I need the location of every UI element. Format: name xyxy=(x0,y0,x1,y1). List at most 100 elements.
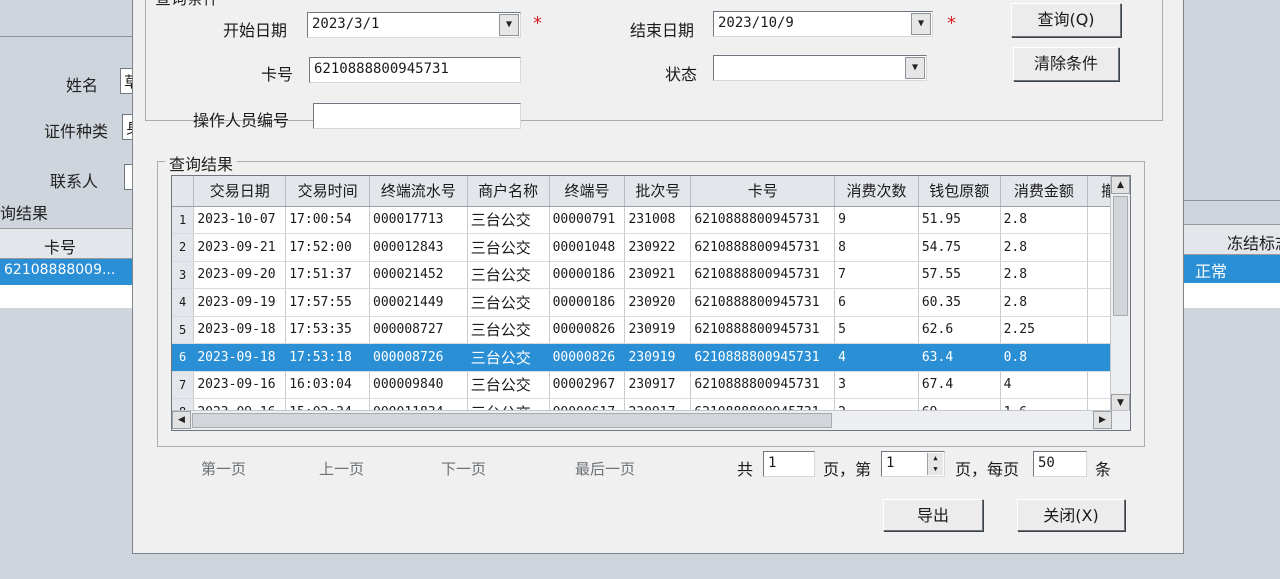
page-mid-label: 页，第 xyxy=(823,460,872,479)
cell-amount: 2.8 xyxy=(1000,288,1089,317)
cell-card: 6210888800945731 xyxy=(690,316,836,344)
cell-orig: 62.6 xyxy=(918,316,1001,344)
vertical-scroll-thumb[interactable] xyxy=(1113,196,1128,316)
cell-terminal: 00000791 xyxy=(549,206,626,234)
first-page-link[interactable]: 第一页 xyxy=(201,458,246,479)
cell-count: 3 xyxy=(834,371,919,399)
cell-merchant: 三台公交 xyxy=(467,316,550,344)
column-header[interactable]: 交易时间 xyxy=(285,176,371,207)
cell-count: 4 xyxy=(834,343,919,372)
column-header[interactable]: 消费次数 xyxy=(834,176,919,207)
column-header[interactable]: 消费金额 xyxy=(1000,176,1089,207)
query-results-title: 查询结果 xyxy=(165,151,238,175)
bg-contact-label: 联系人 xyxy=(50,172,99,191)
cell-batch: 230921 xyxy=(624,261,692,289)
cell-batch: 230917 xyxy=(624,371,692,399)
cell-terminal: 00000186 xyxy=(549,261,626,289)
column-header[interactable]: 卡号 xyxy=(690,176,836,207)
table-row[interactable]: 7 2023-09-16 16:03:04 000009840 三台公交 00002967… xyxy=(172,371,1130,399)
cell-merchant: 三台公交 xyxy=(467,371,550,399)
transaction-query-dialog: 查询条件 开始日期 2023/3/1 ▼ * 结束日期 2023/10/9 ▼ … xyxy=(132,0,1184,554)
cell-date: 2023-10-07 xyxy=(193,206,287,234)
table-row[interactable]: 5 2023-09-18 17:53:35 000008727 三台公交 00000826… xyxy=(172,316,1130,344)
bg-left-grid-header: 卡号 xyxy=(0,229,140,259)
cell-terminal: 00002967 xyxy=(549,371,626,399)
cell-time: 17:53:35 xyxy=(285,316,371,344)
start-date-combo[interactable]: 2023/3/1 ▼ xyxy=(307,12,521,38)
cell-orig: 54.75 xyxy=(918,233,1001,262)
chevron-down-icon[interactable]: ▼ xyxy=(911,13,931,35)
operator-no-input[interactable] xyxy=(313,103,521,129)
card-no-label: 卡号 xyxy=(261,65,294,84)
column-header[interactable]: 终端号 xyxy=(549,176,626,207)
cell-time: 17:52:00 xyxy=(285,233,371,262)
query-button[interactable]: 查询(Q) xyxy=(1011,3,1121,37)
cell-merchant: 三台公交 xyxy=(467,261,550,289)
table-row[interactable]: 3 2023-09-20 17:51:37 000021452 三台公交 00000186… xyxy=(172,261,1130,289)
row-number: 4 xyxy=(172,288,195,317)
vertical-scrollbar[interactable]: ▲ ▼ xyxy=(1110,176,1130,412)
table-row[interactable]: 4 2023-09-19 17:57:55 000021449 三台公交 00000186… xyxy=(172,288,1130,317)
export-button[interactable]: 导出 xyxy=(883,499,983,531)
cell-serial: 000017713 xyxy=(369,206,468,234)
bg-left-grid-row[interactable]: 62108888009... xyxy=(0,259,140,285)
end-date-combo[interactable]: 2023/10/9 ▼ xyxy=(713,11,933,37)
column-header[interactable]: 钱包原额 xyxy=(918,176,1001,207)
table-row[interactable]: 6 2023-09-18 17:53:18 000008726 三台公交 00000826… xyxy=(172,343,1130,372)
end-date-label: 结束日期 xyxy=(630,21,695,40)
chevron-down-icon[interactable]: ▼ xyxy=(499,14,519,36)
spin-arrows-icon[interactable]: ▲ ▼ xyxy=(927,453,943,475)
total-prefix-label: 共 xyxy=(737,460,754,479)
prev-page-link[interactable]: 上一页 xyxy=(319,458,364,479)
cell-date: 2023-09-18 xyxy=(193,316,287,344)
horizontal-scroll-thumb[interactable] xyxy=(192,413,832,428)
cell-card: 6210888800945731 xyxy=(690,288,836,317)
cell-orig: 63.4 xyxy=(918,343,1001,372)
cell-batch: 231008 xyxy=(624,206,692,234)
cell-merchant: 三台公交 xyxy=(467,288,550,317)
cell-card: 6210888800945731 xyxy=(690,261,836,289)
status-label: 状态 xyxy=(665,65,698,84)
column-header[interactable]: 批次号 xyxy=(624,176,692,207)
cell-batch: 230922 xyxy=(624,233,692,262)
clear-conditions-button[interactable]: 清除条件 xyxy=(1013,47,1119,81)
status-combo[interactable]: ▼ xyxy=(713,55,927,81)
column-header[interactable]: 终端流水号 xyxy=(369,176,468,207)
table-row[interactable]: 1 2023-10-07 17:00:54 000017713 三台公交 00000791… xyxy=(172,206,1130,234)
cell-time: 17:57:55 xyxy=(285,288,371,317)
cell-amount: 0.8 xyxy=(1000,343,1089,372)
cell-date: 2023-09-20 xyxy=(193,261,287,289)
table-row[interactable]: 2 2023-09-21 17:52:00 000012843 三台公交 00001048… xyxy=(172,233,1130,262)
cell-merchant: 三台公交 xyxy=(467,233,550,262)
row-number-header xyxy=(172,176,195,207)
cell-merchant: 三台公交 xyxy=(467,343,550,372)
cell-count: 9 xyxy=(834,206,919,234)
cell-serial: 000008727 xyxy=(369,316,468,344)
current-page-stepper[interactable]: 1 ▲ ▼ xyxy=(881,451,945,477)
column-header[interactable]: 交易日期 xyxy=(193,176,287,207)
column-header[interactable]: 商户名称 xyxy=(467,176,550,207)
cell-card: 6210888800945731 xyxy=(690,233,836,262)
card-no-input[interactable]: 6210888800945731 xyxy=(309,57,521,83)
cell-batch: 230919 xyxy=(624,343,692,372)
page-size-input[interactable]: 50 xyxy=(1033,451,1087,477)
row-number: 2 xyxy=(172,233,195,262)
scroll-left-icon[interactable]: ◀ xyxy=(172,411,191,429)
last-page-link[interactable]: 最后一页 xyxy=(575,458,635,479)
chevron-down-icon[interactable]: ▼ xyxy=(905,57,925,79)
next-page-link[interactable]: 下一页 xyxy=(441,458,486,479)
cell-amount: 2.8 xyxy=(1000,261,1089,289)
cell-time: 17:00:54 xyxy=(285,206,371,234)
horizontal-scrollbar[interactable]: ◀ ▶ xyxy=(172,410,1130,430)
scroll-up-icon[interactable]: ▲ xyxy=(1111,176,1130,194)
cell-amount: 2.8 xyxy=(1000,233,1089,262)
bg-id-type-label: 证件种类 xyxy=(44,122,109,141)
bg-left-grid: 卡号 62108888009... xyxy=(0,228,140,308)
close-button[interactable]: 关闭(X) xyxy=(1017,499,1125,531)
cell-date: 2023-09-21 xyxy=(193,233,287,262)
cell-amount: 4 xyxy=(1000,371,1089,399)
cell-count: 5 xyxy=(834,316,919,344)
size-suffix-label: 条 xyxy=(1095,460,1112,479)
scroll-right-icon[interactable]: ▶ xyxy=(1093,411,1112,429)
cell-terminal: 00000186 xyxy=(549,288,626,317)
